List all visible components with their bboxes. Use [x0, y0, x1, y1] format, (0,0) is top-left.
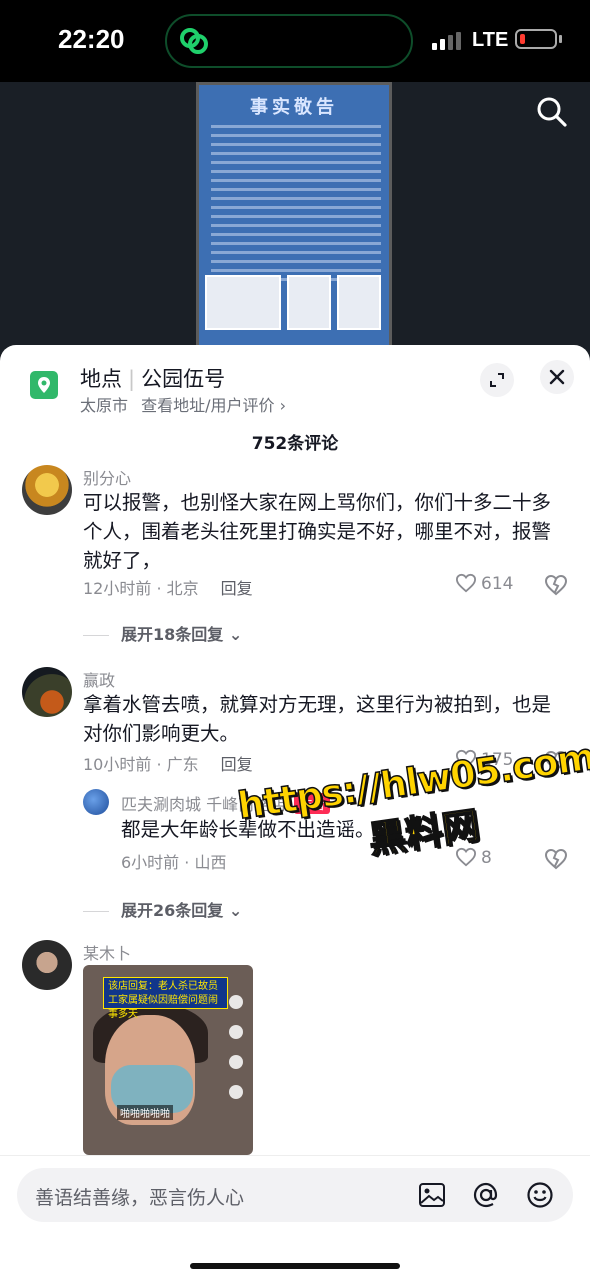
comment-username[interactable]: 赢政 [83, 667, 115, 691]
comment-video-thumbnail[interactable]: 该店回复：老人杀已故员工家属疑似因赔偿问题闹事多天 啪啪啪啪啪 [83, 965, 253, 1155]
avatar[interactable] [22, 465, 72, 515]
reply-button[interactable]: 回复 [221, 579, 253, 598]
video-side-actions [229, 995, 247, 1115]
avatar[interactable] [83, 789, 109, 815]
poster-document-image [337, 275, 381, 330]
comment-text: 可以报警，也别怪大家在网上骂你们，你们十多二十多个人，围着老头往死里打确实是不好… [83, 491, 552, 572]
video-banner-text: 该店回复：老人杀已故员工家属疑似因赔偿问题闹事多天 [103, 977, 228, 1020]
reply-meta: 6小时前 · 山西 [121, 853, 227, 872]
comment-time-location: 12小时前 · 北京 [83, 579, 199, 598]
poster-document-image [205, 275, 281, 330]
comment-count: 752条评论 [251, 434, 339, 454]
heart-icon [455, 573, 477, 593]
location-city: 太原市 [80, 396, 129, 415]
location-pin-icon [30, 371, 58, 399]
like-count: 614 [481, 574, 514, 594]
avatar[interactable] [22, 667, 72, 717]
comment-time-location: 10小时前 · 广东 [83, 755, 199, 774]
comment-username[interactable]: 某木卜 [83, 940, 131, 964]
home-indicator[interactable] [190, 1263, 400, 1269]
status-bar: 22:20 LTE [0, 0, 590, 82]
location-subtitle[interactable]: 太原市 查看地址/用户评价 › [80, 392, 286, 416]
expand-icon [490, 373, 504, 387]
link-icon [180, 28, 208, 54]
expand-replies-button[interactable]: 展开18条回复 ⌄ [83, 621, 242, 645]
expand-replies-label: 展开26条回复 ⌄ [121, 901, 243, 920]
comment-input[interactable]: 善语结善缘，恶言伤人心 [17, 1168, 573, 1222]
expand-replies-button[interactable]: 展开26条回复 ⌄ [83, 897, 242, 921]
notice-poster: 事实敬告 [196, 82, 392, 352]
comment-item: 别分心 可以报警，也别怪大家在网上骂你们，你们十多二十多个人，围着老头往死里打确… [0, 463, 590, 645]
mention-icon[interactable] [471, 1180, 501, 1210]
comment-text: 拿着水管去喷，就算对方无理，这里行为被拍到，也是对你们影响更大。 [83, 693, 552, 745]
expand-button[interactable] [480, 363, 514, 397]
search-icon[interactable] [536, 96, 568, 128]
comment-meta: 10小时前 · 广东 回复 [83, 751, 253, 775]
close-button[interactable] [540, 360, 574, 394]
image-icon[interactable] [417, 1180, 447, 1210]
comment-username[interactable]: 别分心 [83, 465, 131, 489]
signal-icon [432, 32, 461, 50]
location-name: 公园伍号 [141, 367, 226, 391]
status-time: 22:20 [58, 24, 125, 54]
video-caption: 啪啪啪啪啪 [117, 1105, 173, 1120]
location-header[interactable]: 地点 | 公园伍号 太原市 查看地址/用户评价 › [0, 345, 590, 423]
location-title: 地点 | 公园伍号 [80, 367, 226, 391]
comment-meta: 12小时前 · 北京 回复 [83, 575, 253, 599]
background-photo: 事实敬告 [0, 82, 590, 362]
comments-sheet: 地点 | 公园伍号 太原市 查看地址/用户评价 › 752条评论 别分心 可以报警，… [0, 345, 590, 1280]
like-button[interactable]: 614 [455, 573, 513, 594]
comment-input-placeholder: 善语结善缘，恶言伤人心 [35, 1187, 245, 1209]
emoji-icon[interactable] [525, 1180, 555, 1210]
avatar[interactable] [22, 940, 72, 990]
network-type: LTE [472, 29, 509, 51]
location-detail-link[interactable]: 查看地址/用户评价 › [141, 396, 286, 415]
dislike-icon[interactable] [544, 574, 568, 596]
poster-document-image [287, 275, 331, 330]
comment-input-bar: 善语结善缘，恶言伤人心 [0, 1155, 590, 1280]
reply-button[interactable]: 回复 [221, 755, 253, 774]
battery-icon [515, 29, 557, 49]
close-icon [549, 369, 565, 385]
poster-title: 事实敬告 [250, 97, 338, 118]
expand-replies-label: 展开18条回复 ⌄ [121, 625, 243, 644]
location-label: 地点 [80, 367, 122, 391]
